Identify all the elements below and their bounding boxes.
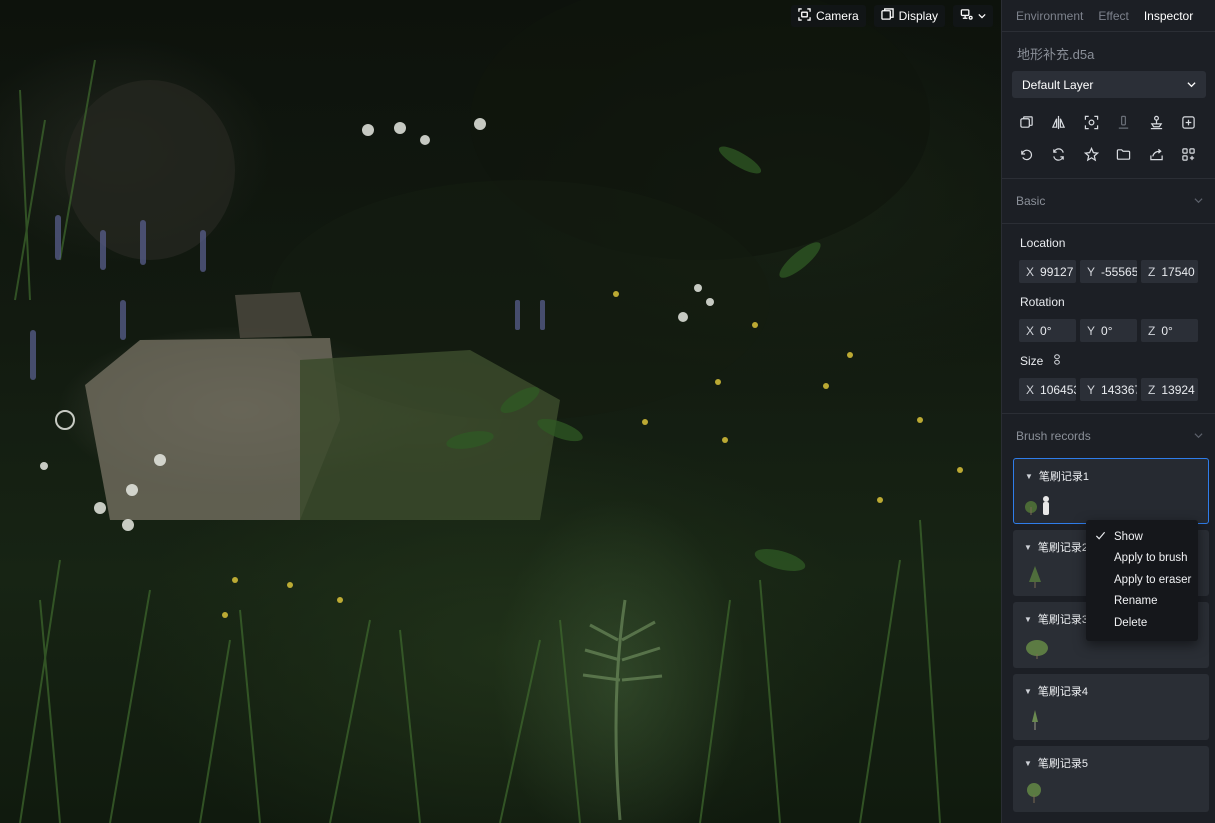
material-icon[interactable] [1079,142,1103,166]
tab-effect[interactable]: Effect [1098,9,1128,23]
group-icon[interactable] [1177,142,1201,166]
display-label: Display [898,9,938,23]
menu-item-label: Apply to brush [1114,552,1188,565]
plant-thumbnail-icon [1027,783,1041,803]
brush-record-title: 笔刷记录2 [1037,542,1089,554]
display-button[interactable]: Display [873,5,945,27]
basic-section-title: Basic [1016,194,1046,208]
location-x-field[interactable]: X 99127 [1019,260,1076,283]
menu-item-rename[interactable]: Rename [1086,591,1198,613]
chevron-down-icon [1194,429,1203,443]
size-label: Size [1020,354,1044,368]
duplicate-icon[interactable] [1014,110,1038,134]
collapse-triangle-icon[interactable]: ▼ [1024,615,1032,624]
size-z-field[interactable]: Z 13924 [1141,378,1198,401]
brush-record-title: 笔刷记录1 [1038,471,1090,483]
collapse-triangle-icon[interactable]: ▼ [1024,687,1032,696]
menu-item-show[interactable]: Show [1086,526,1198,548]
size-row: Size [1002,342,1215,372]
menu-item-label: Rename [1114,595,1158,608]
menu-item-apply-to-eraser[interactable]: Apply to eraser [1086,569,1198,591]
location-y-field[interactable]: Y -55565 [1080,260,1137,283]
reset-icon[interactable] [1047,142,1071,166]
menu-item-delete[interactable]: Delete [1086,612,1198,634]
location-z-field[interactable]: Z 17540 [1141,260,1198,283]
rotation-y-field[interactable]: Y 0° [1080,319,1137,342]
rotation-z-field[interactable]: Z 0° [1141,319,1198,342]
tab-environment[interactable]: Environment [1016,9,1083,23]
garden-scene-render [14,0,963,823]
object-tool-grid [1002,98,1215,179]
brush-records-header[interactable]: Brush records [1002,413,1215,458]
basic-section-header[interactable]: Basic [1002,179,1215,223]
brush-record-4[interactable]: ▼ 笔刷记录4 [1013,674,1209,740]
tab-inspector[interactable]: Inspector [1144,9,1193,23]
menu-item-label: Delete [1114,616,1148,629]
chevron-down-icon [1194,194,1203,208]
brush-record-1[interactable]: ▼ 笔刷记录1 [1013,458,1209,524]
rotation-label: Rotation [1020,295,1065,309]
checkmark-icon [1095,530,1106,544]
menu-item-apply-to-brush[interactable]: Apply to brush [1086,548,1198,570]
location-fields: X 99127 Y -55565 Z 17540 [1002,254,1215,283]
layer-dropdown-value: Default Layer [1022,77,1094,92]
plant-thumbnail-icon [1029,566,1041,588]
view-mode-dropdown[interactable] [953,5,993,27]
location-label: Location [1020,236,1066,250]
brush-record-title: 笔刷记录3 [1037,614,1089,626]
brush-record-title: 笔刷记录4 [1037,686,1089,698]
align-ground-icon[interactable] [1144,110,1168,134]
size-y-field[interactable]: Y143367 [1080,378,1137,401]
folder-icon[interactable] [1112,142,1136,166]
export-icon[interactable] [1144,142,1168,166]
view-mode-icon [960,8,973,24]
display-icon [880,8,894,24]
inspector-panel: Environment Effect Inspector 地形补充.d5a De… [1001,0,1215,823]
menu-item-label: Show [1114,530,1143,543]
collapse-triangle-icon[interactable]: ▼ [1024,759,1032,768]
rotation-fields: X 0° Y 0° Z 0° [1002,313,1215,342]
layer-dropdown[interactable]: Default Layer [1012,71,1206,98]
panel-tabs: Environment Effect Inspector [1002,0,1215,32]
size-x-field[interactable]: X106453 [1019,378,1076,401]
scene-viewport[interactable]: Camera Display [0,0,1001,823]
undo-icon[interactable] [1014,142,1038,166]
plant-thumbnail-icon [1025,496,1049,515]
camera-focus-icon [798,8,811,24]
lock-ratio-icon[interactable] [1053,354,1061,368]
viewport-toolbar: Camera Display [790,5,993,27]
collapse-triangle-icon[interactable]: ▼ [1024,543,1032,552]
plant-thumbnail-icon [1026,640,1048,659]
brush-record-title: 笔刷记录5 [1037,758,1089,770]
file-name: 地形补充.d5a [1017,47,1095,62]
camera-button[interactable]: Camera [790,5,866,27]
rotation-x-field[interactable]: X 0° [1019,319,1076,342]
collapse-triangle-icon[interactable]: ▼ [1025,472,1033,481]
brush-record-context-menu: Show Apply to brush Apply to eraser Rena… [1086,520,1198,641]
brush-record-5[interactable]: ▼ 笔刷记录5 [1013,746,1209,812]
plant-thumbnail-icon [1032,710,1038,730]
size-fields: X106453 Y143367 Z13924 [1002,372,1215,401]
basic-section: Location X 99127 Y -55565 Z 17540 Rotation … [1002,223,1215,401]
drop-to-ground-icon[interactable] [1112,110,1136,134]
mirror-icon[interactable] [1047,110,1071,134]
brush-records-title: Brush records [1016,429,1091,443]
chevron-down-icon [1187,78,1196,92]
menu-item-label: Apply to eraser [1114,573,1192,586]
camera-label: Camera [815,9,859,23]
chevron-down-icon [978,9,986,23]
focus-object-icon[interactable] [1079,110,1103,134]
add-object-icon[interactable] [1177,110,1201,134]
